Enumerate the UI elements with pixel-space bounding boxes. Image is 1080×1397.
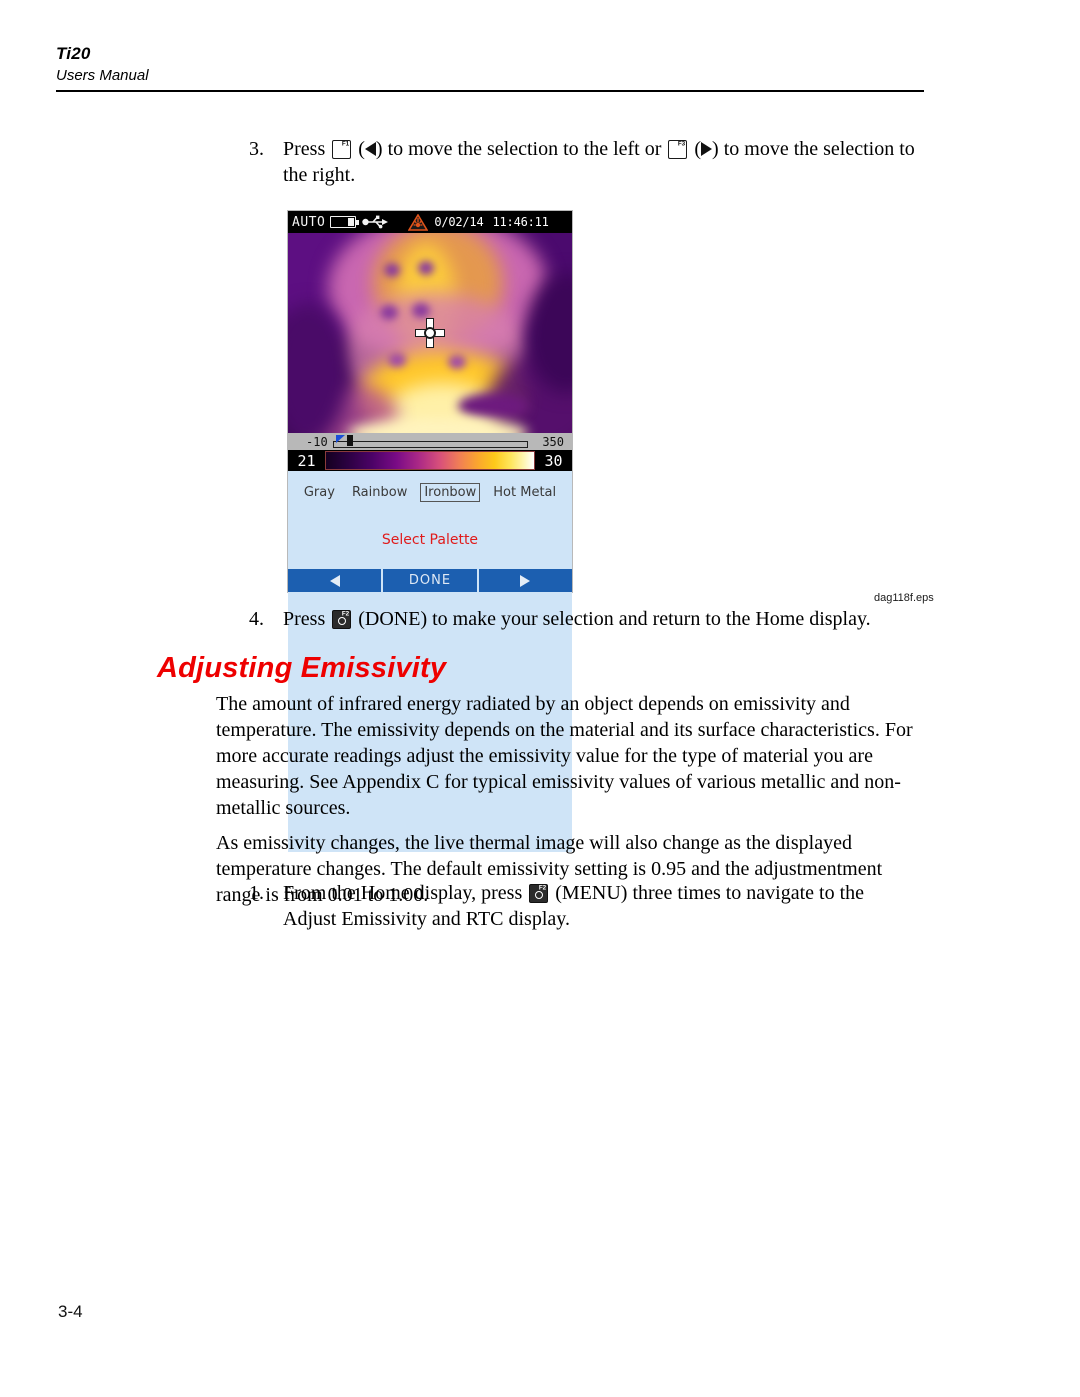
camera-status-bar: AUTO 0/02/14 11:46:11 [288,211,572,233]
left-arrow-icon [329,574,340,587]
step-3-number: 3. [249,138,264,160]
ironbow-gradient [325,451,535,470]
document-subtitle: Users Manual [56,67,149,84]
step-3: 3. Press F1 ( ) to move the selection to … [249,136,921,188]
temperature-range-bar: -10 350 [288,433,572,450]
palette-option-rainbow[interactable]: Rainbow [348,483,411,502]
step-3-text: Press F1 ( ) to move the selection to the… [283,136,921,188]
f2-menu-key-icon[interactable]: F2 [529,884,549,903]
figure-caption: dag118f.eps [874,592,934,604]
step-4-text-a: Press [283,608,326,630]
range-marker-black[interactable] [347,435,353,446]
palette-option-list: Gray Rainbow Ironbow Hot Metal [288,471,572,502]
softkey-done-button[interactable]: DONE [383,569,479,592]
f3-key-label: F3 [678,141,686,148]
step-4-text: Press F2 (DONE) to make your selection a… [283,606,921,632]
step-4: 4. Press F2 (DONE) to make your selectio… [249,606,921,632]
f2-key-icon[interactable]: F2 [332,610,352,629]
step-3-text-a: Press [283,138,326,160]
palette-option-hot-metal[interactable]: Hot Metal [489,483,560,502]
palette-option-gray[interactable]: Gray [300,483,339,502]
palette-scale-bar: 21 30 [288,450,572,471]
page-number: 3-4 [58,1302,83,1321]
f1-key-label: F1 [341,141,350,148]
center-spot-reticle [415,318,445,348]
left-arrow-paren-open: ( [358,138,365,160]
f1-key-icon[interactable]: F1 [332,140,352,159]
auto-mode-label: AUTO [292,214,326,230]
right-arrow-icon [520,574,531,587]
range-min-label: -10 [306,434,328,449]
right-arrow-paren-open: ( [694,138,702,160]
softkey-bar: DONE [288,569,572,592]
softkey-right-button[interactable] [478,569,572,592]
header-divider [56,90,924,92]
step-1-text: From the Home display, press F2 (MENU) t… [283,880,921,932]
select-palette-prompt: Select Palette [381,532,479,548]
left-arrow-icon [364,142,376,156]
status-date: 0/02/14 [434,215,484,229]
step-3-text-b: ) to move the selection to the left or [375,138,662,160]
thermal-image [288,233,572,433]
battery-fill [348,218,355,226]
camera-glyph-icon [337,616,346,625]
softkey-left-button[interactable] [288,569,384,592]
status-time: 11:46:11 [492,215,549,229]
range-marker-blue[interactable] [336,435,345,443]
step-1: 1. From the Home display, press F2 (MENU… [249,880,921,932]
palette-option-ironbow[interactable]: Ironbow [420,483,481,502]
battery-icon [330,216,360,228]
reticle-center-ring [424,327,436,339]
range-track[interactable] [333,441,528,448]
step-1-text-a: From the Home display, press [283,882,523,904]
page-header: Ti20 Users Manual [56,44,924,92]
paragraph-emissivity-intro: The amount of infrared energy radiated b… [216,693,913,819]
section-heading: Adjusting Emissivity [157,652,447,684]
document-title: Ti20 [56,44,91,63]
scale-low-value: 21 [297,451,316,470]
laser-warning-icon [407,212,429,231]
step-4-text-b: (DONE) to make your selection and return… [358,608,871,630]
range-max-label: 350 [542,434,564,449]
f3-key-icon[interactable]: F3 [668,140,688,159]
step-4-number: 4. [249,608,264,630]
camera-glyph-icon [534,890,543,899]
right-arrow-icon [701,142,713,156]
camera-display-figure: AUTO 0/02/14 11:46:11 -10 350 21 30 Gray… [287,210,573,852]
step-1-number: 1. [249,882,264,904]
usb-icon [362,215,389,229]
scale-high-value: 30 [544,451,563,470]
